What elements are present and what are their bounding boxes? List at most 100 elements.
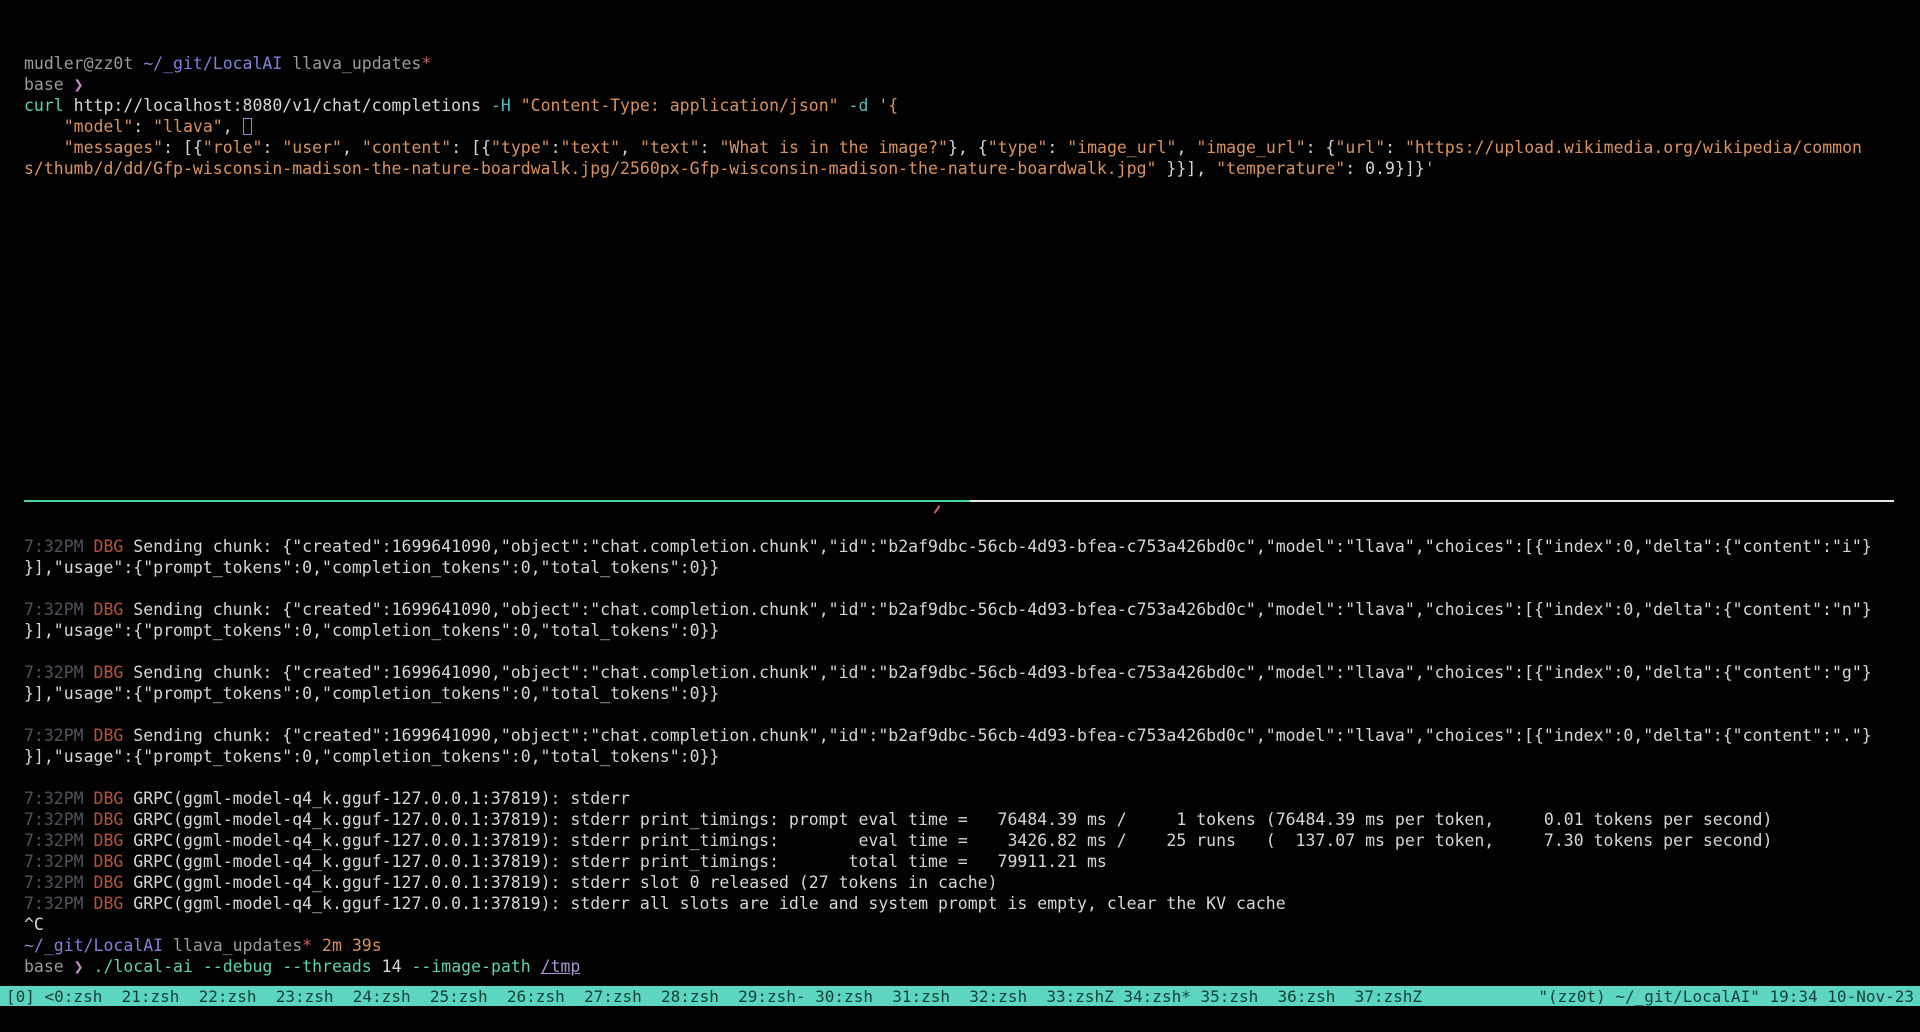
terminal-text: "text" [561, 138, 621, 157]
terminal-cursor [243, 118, 252, 135]
terminal-text: "url" [1335, 138, 1385, 157]
terminal-scrollback-top: mudler@zz0t ~/_git/LocalAI llava_updates… [24, 53, 1920, 179]
log-timestamp: 7:32PM [24, 600, 94, 619]
terminal-text: , [1176, 138, 1196, 157]
terminal-text: ' [1425, 159, 1435, 178]
log-timestamp: 7:32PM [24, 789, 94, 808]
log-timestamp: 7:32PM [24, 852, 94, 871]
terminal-line: 7:32PM DBG GRPC(ggml-model-q4_k.gguf-127… [24, 851, 1920, 872]
terminal-text: "type" [988, 138, 1048, 157]
divider-white-segment [970, 500, 1894, 502]
terminal-line: }],"usage":{"prompt_tokens":0,"completio… [24, 557, 1920, 578]
terminal-text: : [1385, 138, 1405, 157]
tmux-status-right: "(zz0t) ~/_git/LocalAI" 19:34 10-Nov-23 [1538, 986, 1914, 1007]
terminal-line: 7:32PM DBG GRPC(ggml-model-q4_k.gguf-127… [24, 830, 1920, 851]
flag-data: -d [849, 96, 879, 115]
terminal-text: : 0.9}]} [1345, 159, 1424, 178]
conda-env: base [24, 75, 74, 94]
terminal-line: ~/_git/LocalAI llava_updates* 2m 39s [24, 935, 1920, 956]
terminal-text: GRPC(ggml-model-q4_k.gguf-127.0.0.1:3781… [133, 831, 1772, 850]
terminal-line: base ❯ ./local-ai --debug --threads 14 -… [24, 956, 1920, 977]
terminal-line: 7:32PM DBG Sending chunk: {"created":169… [24, 725, 1920, 746]
tmp-path-link[interactable]: /tmp [541, 957, 581, 976]
log-timestamp: 7:32PM [24, 831, 94, 850]
log-level: DBG [94, 894, 134, 913]
tmux-window-list[interactable]: [0] <0:zsh 21:zsh 22:zsh 23:zsh 24:zsh 2… [6, 986, 1422, 1007]
log-timestamp: 7:32PM [24, 894, 94, 913]
request-url: http://localhost:8080/v1/chat/completion… [74, 96, 491, 115]
log-level: DBG [94, 789, 134, 808]
cwd-path: ~/_git/LocalAI [143, 54, 282, 73]
log-timestamp: 7:32PM [24, 873, 94, 892]
terminal-window: { "colors":{ "background":"#020202","for… [0, 0, 1920, 1032]
conda-env: base [24, 957, 74, 976]
terminal-text: "https://upload.wikimedia.org/wikipedia/… [1405, 138, 1862, 157]
terminal-text: "messages" [64, 138, 163, 157]
prompt-chevron: ❯ [74, 957, 94, 976]
terminal-text: "user" [282, 138, 342, 157]
terminal-line: 7:32PM DBG GRPC(ggml-model-q4_k.gguf-127… [24, 788, 1920, 809]
terminal-line: "model": "llava", [24, 116, 1920, 137]
log-level: DBG [94, 537, 134, 556]
terminal-line [24, 641, 1920, 662]
terminal-text: "model" [64, 117, 134, 136]
sigint-echo: ^C [24, 915, 44, 934]
terminal-text: --image-path [411, 957, 540, 976]
log-timestamp: 7:32PM [24, 537, 94, 556]
git-branch: llava_updates [163, 936, 302, 955]
terminal-text: : [700, 138, 720, 157]
terminal-text: , [223, 117, 243, 136]
terminal-text: "Content-Type: application/json" [521, 96, 849, 115]
prompt-chevron: ❯ [74, 75, 84, 94]
terminal-line: 7:32PM DBG Sending chunk: {"created":169… [24, 662, 1920, 683]
terminal-text: , [342, 138, 362, 157]
terminal-text: }],"usage":{"prompt_tokens":0,"completio… [24, 621, 719, 640]
terminal-text: }],"usage":{"prompt_tokens":0,"completio… [24, 684, 719, 703]
terminal-text: --threads [282, 957, 381, 976]
command-curl: curl [24, 96, 74, 115]
terminal-line [24, 704, 1920, 725]
terminal-text: "llava" [153, 117, 223, 136]
terminal-text: "image_url" [1067, 138, 1176, 157]
terminal-line: 7:32PM DBG GRPC(ggml-model-q4_k.gguf-127… [24, 872, 1920, 893]
terminal-line [24, 767, 1920, 788]
terminal-text: : [{ [163, 138, 203, 157]
terminal-text: , [620, 138, 640, 157]
command-local-ai: ./local-ai [94, 957, 203, 976]
terminal-text: GRPC(ggml-model-q4_k.gguf-127.0.0.1:3781… [133, 810, 1772, 829]
terminal-line: 7:32PM DBG GRPC(ggml-model-q4_k.gguf-127… [24, 809, 1920, 830]
git-dirty-star: * [421, 54, 431, 73]
terminal-log-output: 7:32PM DBG Sending chunk: {"created":169… [24, 536, 1920, 977]
log-timestamp: 7:32PM [24, 810, 94, 829]
terminal-line: 7:32PM DBG GRPC(ggml-model-q4_k.gguf-127… [24, 893, 1920, 914]
log-level: DBG [94, 600, 134, 619]
terminal-text: Sending chunk: {"created":1699641090,"ob… [133, 663, 1871, 682]
terminal-text: --debug [203, 957, 282, 976]
terminal-line: 7:32PM DBG Sending chunk: {"created":169… [24, 536, 1920, 557]
terminal-text: "temperature" [1216, 159, 1345, 178]
terminal-line [24, 578, 1920, 599]
terminal-line: }],"usage":{"prompt_tokens":0,"completio… [24, 683, 1920, 704]
terminal-text: GRPC(ggml-model-q4_k.gguf-127.0.0.1:3781… [133, 894, 1285, 913]
git-branch: llava_updates [282, 54, 421, 73]
tmux-status-bar[interactable]: [0] <0:zsh 21:zsh 22:zsh 23:zsh 24:zsh 2… [0, 986, 1920, 1006]
log-level: DBG [94, 810, 134, 829]
divider-teal-segment [24, 500, 970, 502]
terminal-text: }],"usage":{"prompt_tokens":0,"completio… [24, 558, 719, 577]
output-divider [24, 500, 1894, 502]
terminal-text: }}], [1156, 159, 1216, 178]
terminal-line: }],"usage":{"prompt_tokens":0,"completio… [24, 746, 1920, 767]
log-level: DBG [94, 873, 134, 892]
terminal-text: : [551, 138, 561, 157]
terminal-text [24, 117, 64, 136]
terminal-text: : [133, 117, 153, 136]
terminal-text: GRPC(ggml-model-q4_k.gguf-127.0.0.1:3781… [133, 789, 630, 808]
divider-red-tick [934, 505, 941, 514]
terminal-text: : [{ [451, 138, 491, 157]
terminal-text: "role" [203, 138, 263, 157]
terminal-text: 14 [382, 957, 412, 976]
terminal-line: s/thumb/d/dd/Gfp-wisconsin-madison-the-n… [24, 158, 1920, 179]
terminal-text: "text" [640, 138, 700, 157]
user-host: mudler@zz0t [24, 54, 143, 73]
terminal-text: }],"usage":{"prompt_tokens":0,"completio… [24, 747, 719, 766]
